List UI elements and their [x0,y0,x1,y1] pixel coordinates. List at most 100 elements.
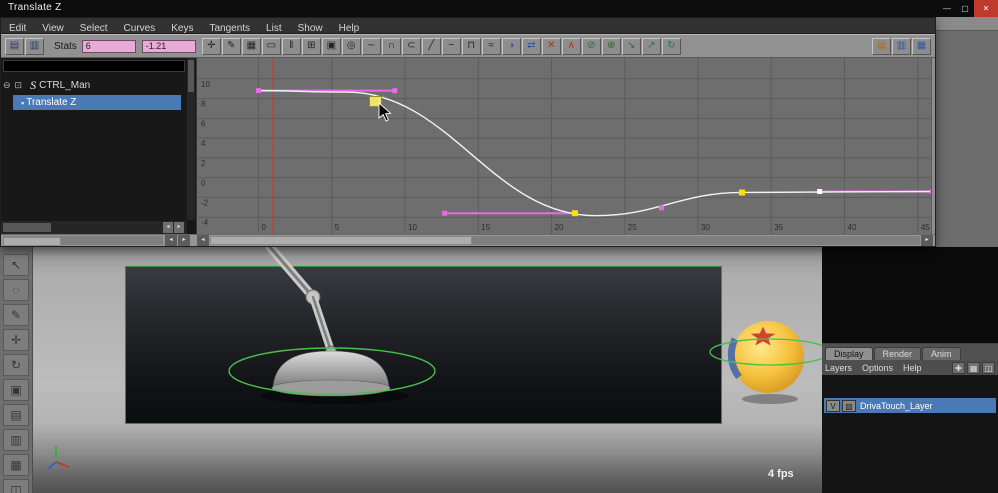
region-select-keys-icon[interactable]: ▭ [262,38,281,55]
ball-body [732,321,804,393]
buffer-curve-snapshot-icon[interactable]: ◑ [502,38,521,55]
svg-text:-2: -2 [201,198,209,207]
viewport[interactable]: 4 fps [33,247,822,493]
scroll-thumb[interactable] [188,60,194,92]
fps-display: 4 fps [768,468,794,480]
tab-render[interactable]: Render [874,347,922,360]
svg-text:40: 40 [848,223,857,232]
animation-curve-svg[interactable]: 0510152025303540451086420-2-4 [197,58,931,234]
minimize-button-icon[interactable]: — [938,2,956,15]
tab-anim[interactable]: Anim [922,347,961,360]
retime-keys-icon[interactable]: ‖ [282,38,301,55]
break-tangents-icon[interactable]: ✕ [542,38,561,55]
layer-panel-empty-area [822,247,998,344]
frame-all-icon[interactable]: ⊞ [302,38,321,55]
outliner-filter-input[interactable] [3,60,185,72]
graph-vertical-scrollbar[interactable] [931,58,935,234]
insert-keys-icon[interactable]: ✎ [222,38,241,55]
spline-tangents-icon[interactable]: ∩ [382,38,401,55]
scroll-right-icon[interactable]: ▸ [178,235,190,246]
open-graph-editor-icon[interactable]: ▦ [912,38,931,55]
curve-graph-area[interactable]: 0510152025303540451086420-2-4 [197,58,931,234]
graph-view-icon[interactable]: ▤ [5,38,24,55]
main-menubar-fragment [936,17,998,31]
ball-model[interactable] [693,287,822,427]
tab-display[interactable]: Display [825,347,873,360]
layout-two-pane-icon[interactable]: ▥ [3,429,29,451]
stats-value-field[interactable] [142,40,196,53]
paint-select-tool-icon[interactable]: ✎ [3,304,29,326]
move-nearest-picked-key-icon[interactable]: ✛ [202,38,221,55]
lasso-tool-icon[interactable]: ◌ [3,279,29,301]
auto-tangents-icon[interactable]: ∼ [362,38,381,55]
graph-scroll-right-icon[interactable]: ▸ [921,235,933,246]
outliner-horizontal-scrollbar[interactable]: ◂ ▸ [1,221,187,234]
outliner-bottom-scroll-track[interactable] [3,236,163,245]
scroll-thumb[interactable] [3,237,61,246]
scroll-left-icon[interactable]: ◂ [165,235,177,246]
options-menu[interactable]: Options [862,363,893,373]
layer-row[interactable]: V ▨ DrivaTouch_Layer [824,398,996,413]
linear-tangents-icon[interactable]: ╱ [422,38,441,55]
select-tool-icon[interactable]: ↖ [3,254,29,276]
axis-gizmo [45,441,75,475]
open-trax-editor-icon[interactable]: ▥ [892,38,911,55]
close-button-icon[interactable]: ✕ [974,0,998,17]
svg-text:0: 0 [201,179,206,188]
outliner-channel-translate-z[interactable]: ▪ Translate Z [13,95,181,110]
help-menu[interactable]: Help [903,363,922,373]
graph-editor-toolbar: ▤▥ Stats ✛✎▦▭‖⊞▣◎∼∩⊂╱−⊓≈◑⇄✕∧⊘⊕↘↗↻ ▤▥▦ [1,34,935,58]
graph-editor-bottom-bar: ◂ ▸ ◂ ▸ [1,234,935,246]
window-controls: — ▢ ✕ [938,0,998,17]
clamped-tangents-icon[interactable]: ⊂ [402,38,421,55]
move-tool-icon[interactable]: ✛ [3,329,29,351]
scroll-left-icon[interactable]: ◂ [163,222,173,233]
select-box-icon[interactable]: ⊡ [15,80,23,91]
scroll-right-icon[interactable]: ▸ [174,222,184,233]
outliner-node-ctrl-man[interactable]: ⊖ ⊡ S CTRL_Man [1,78,187,93]
svg-text:15: 15 [481,223,490,232]
swap-buffer-curve-icon[interactable]: ⇄ [522,38,541,55]
flat-tangents-icon[interactable]: − [442,38,461,55]
graph-scroll-left-icon[interactable]: ◂ [197,235,209,246]
stats-frame-field[interactable] [82,40,136,53]
layer-visibility-toggle[interactable]: V [826,400,840,412]
pre-infinity-cycle-icon[interactable]: ↻ [662,38,681,55]
rotate-tool-icon[interactable]: ↻ [3,354,29,376]
lamp-model[interactable] [33,247,533,493]
layers-menu[interactable]: Layers [825,363,852,373]
layer-options-button[interactable]: ◫ [982,362,995,374]
lock-tangent-weight-icon[interactable]: ⊕ [602,38,621,55]
layer-name: DrivaTouch_Layer [860,401,933,411]
layer-type-icon[interactable]: ▨ [842,400,856,412]
mouse-cursor [377,102,393,123]
center-current-time-icon[interactable]: ◎ [342,38,361,55]
free-tangent-weight-icon[interactable]: ⊘ [582,38,601,55]
lattice-deform-keys-icon[interactable]: ▦ [242,38,261,55]
value-snap-icon[interactable]: ↗ [642,38,661,55]
graph-editor-titlebar[interactable]: Translate Z — ▢ ✕ [0,0,998,17]
frame-playback-range-icon[interactable]: ▣ [322,38,341,55]
outliner-vertical-scrollbar[interactable] [187,58,195,220]
key-bullet-icon: ▪ [21,98,24,108]
unify-tangents-icon[interactable]: ∧ [562,38,581,55]
time-snap-icon[interactable]: ↘ [622,38,641,55]
anim-curve-icon: S [30,78,36,93]
layout-four-pane-icon[interactable]: ▦ [3,454,29,476]
maximize-button-icon[interactable]: ▢ [956,2,974,15]
plateau-tangents-icon[interactable]: ≈ [482,38,501,55]
scroll-thumb[interactable] [3,223,51,232]
create-layer-from-selected-button[interactable]: ▦ [967,362,980,374]
scale-tool-icon[interactable]: ▣ [3,379,29,401]
graph-scroll-thumb[interactable] [210,236,472,245]
layout-single-pane-icon[interactable]: ▤ [3,404,29,426]
svg-text:25: 25 [628,223,637,232]
dope-sheet-view-icon[interactable]: ▥ [25,38,44,55]
key-and-tangent-icons: ✛✎▦▭‖⊞▣◎∼∩⊂╱−⊓≈◑⇄✕∧⊘⊕↘↗↻ [202,38,681,55]
open-dope-sheet-icon[interactable]: ▤ [872,38,891,55]
collapse-icon[interactable]: ⊖ [3,80,11,91]
layout-split-pane-icon[interactable]: ◫ [3,479,29,493]
create-empty-layer-button[interactable]: ✚ [952,362,965,374]
step-tangents-icon[interactable]: ⊓ [462,38,481,55]
graph-scroll-track[interactable] [210,236,920,245]
